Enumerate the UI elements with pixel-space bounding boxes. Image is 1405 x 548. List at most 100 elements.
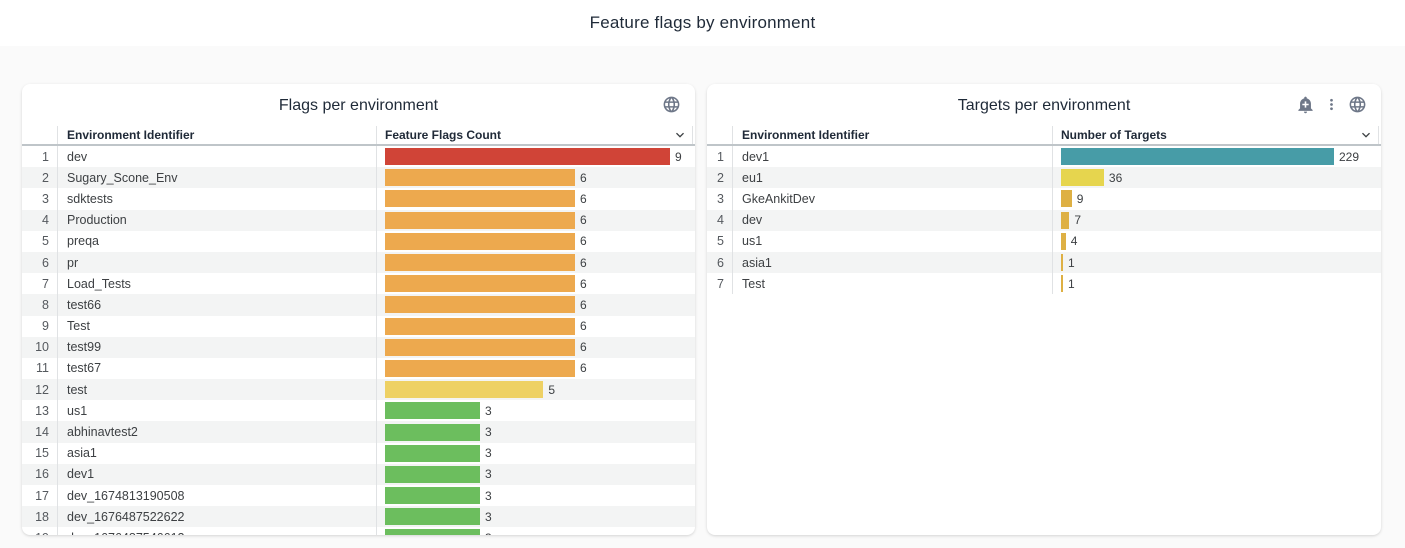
value-bar	[1061, 212, 1069, 229]
value-label: 1	[1068, 277, 1075, 291]
value-bar-cell: 3	[377, 529, 695, 535]
environment-name: dev_1676487522622	[58, 506, 377, 527]
table-body: 1dev12292eu1363GkeAnkitDev94dev75us146as…	[707, 146, 1381, 294]
environment-name: GkeAnkitDev	[733, 188, 1053, 209]
value-label: 6	[580, 192, 587, 206]
table-row: 9Test6	[22, 316, 695, 337]
value-bar	[385, 360, 575, 377]
value-bar	[1061, 275, 1063, 292]
row-number: 2	[22, 167, 58, 188]
environment-name: abhinavtest2	[58, 421, 377, 442]
value-label: 6	[580, 256, 587, 270]
value-label: 4	[1071, 234, 1078, 248]
row-number: 15	[22, 443, 58, 464]
row-number-header	[707, 126, 733, 144]
value-label: 9	[675, 150, 682, 164]
page-title: Feature flags by environment	[590, 13, 816, 33]
environment-name: test	[58, 379, 377, 400]
table-row: 1dev1229	[707, 146, 1381, 167]
table-row: 17dev_16748131905083	[22, 485, 695, 506]
row-number: 7	[22, 273, 58, 294]
table-row: 4Production6	[22, 210, 695, 231]
column-header-environment-identifier[interactable]: Environment Identifier	[733, 126, 1053, 144]
value-bar	[1061, 148, 1334, 165]
value-bar-cell: 3	[377, 508, 695, 525]
value-label: 6	[580, 277, 587, 291]
value-bar-cell: 36	[1053, 169, 1381, 186]
value-bar	[385, 339, 575, 356]
environment-name: dev_1674813190508	[58, 485, 377, 506]
table-header-row: Environment Identifier Feature Flags Cou…	[22, 126, 695, 146]
chevron-down-icon[interactable]	[1358, 127, 1374, 143]
row-number: 4	[707, 210, 733, 231]
environment-name: preqa	[58, 231, 377, 252]
value-bar	[385, 254, 575, 271]
value-label: 1	[1068, 256, 1075, 270]
column-header-environment-identifier[interactable]: Environment Identifier	[58, 126, 377, 144]
value-label: 6	[580, 361, 587, 375]
value-bar-cell: 6	[377, 318, 695, 335]
value-bar	[385, 148, 670, 165]
environment-name: us1	[733, 231, 1053, 252]
chart-title: Targets per environment	[707, 84, 1381, 126]
table-row: 16dev13	[22, 464, 695, 485]
row-number: 5	[22, 231, 58, 252]
value-bar-cell: 6	[377, 254, 695, 271]
value-label: 6	[580, 171, 587, 185]
value-label: 6	[580, 213, 587, 227]
environment-name: dev1	[58, 464, 377, 485]
value-bar-cell: 6	[377, 275, 695, 292]
table-row: 3sdktests6	[22, 188, 695, 209]
row-number-header	[22, 126, 58, 144]
value-label: 3	[485, 446, 492, 460]
column-header-feature-flags-count[interactable]: Feature Flags Count	[377, 126, 693, 144]
table-row: 7Test1	[707, 273, 1381, 294]
globe-icon[interactable]	[1348, 95, 1367, 114]
value-label: 36	[1109, 171, 1122, 185]
row-number: 6	[707, 252, 733, 273]
table-row: 8test666	[22, 294, 695, 315]
row-number: 11	[22, 358, 58, 379]
value-bar	[1061, 233, 1066, 250]
table-row: 1dev 9	[22, 146, 695, 167]
column-header-number-of-targets[interactable]: Number of Targets	[1053, 126, 1379, 144]
row-number: 6	[22, 252, 58, 273]
environment-name: dev	[58, 146, 377, 167]
table-row: 4dev7	[707, 210, 1381, 231]
value-bar	[385, 212, 575, 229]
add-alert-icon[interactable]	[1296, 95, 1315, 114]
row-number: 5	[707, 231, 733, 252]
value-label: 3	[485, 425, 492, 439]
value-bar	[1061, 190, 1072, 207]
table-row: 6asia11	[707, 252, 1381, 273]
value-bar-cell: 6	[377, 233, 695, 250]
value-bar	[385, 466, 480, 483]
environment-name: Test	[58, 316, 377, 337]
value-bar-cell: 3	[377, 445, 695, 462]
row-number: 1	[22, 146, 58, 167]
environment-name: test67	[58, 358, 377, 379]
value-bar-cell: 3	[377, 466, 695, 483]
row-number: 13	[22, 400, 58, 421]
value-bar	[385, 233, 575, 250]
value-bar-cell: 3	[377, 487, 695, 504]
globe-icon[interactable]	[662, 95, 681, 114]
table-row: 18dev_16764875226223	[22, 506, 695, 527]
table-header-row: Environment Identifier Number of Targets	[707, 126, 1381, 146]
row-number: 17	[22, 485, 58, 506]
metric-header-label: Number of Targets	[1061, 128, 1167, 142]
environment-name: dev_1676487546612	[58, 527, 377, 535]
value-bar	[385, 508, 480, 525]
value-bar	[385, 402, 480, 419]
value-label: 5	[548, 383, 555, 397]
environment-name: test66	[58, 294, 377, 315]
value-bar-cell: 7	[1053, 212, 1381, 229]
kebab-menu-icon[interactable]	[1322, 95, 1341, 114]
value-label: 3	[485, 404, 492, 418]
value-bar-cell: 3	[377, 424, 695, 441]
chevron-down-icon[interactable]	[672, 127, 688, 143]
value-bar-cell: 6	[377, 169, 695, 186]
value-bar-cell: 6	[377, 360, 695, 377]
chart-card-header: Flags per environment	[22, 84, 695, 126]
row-number: 9	[22, 316, 58, 337]
